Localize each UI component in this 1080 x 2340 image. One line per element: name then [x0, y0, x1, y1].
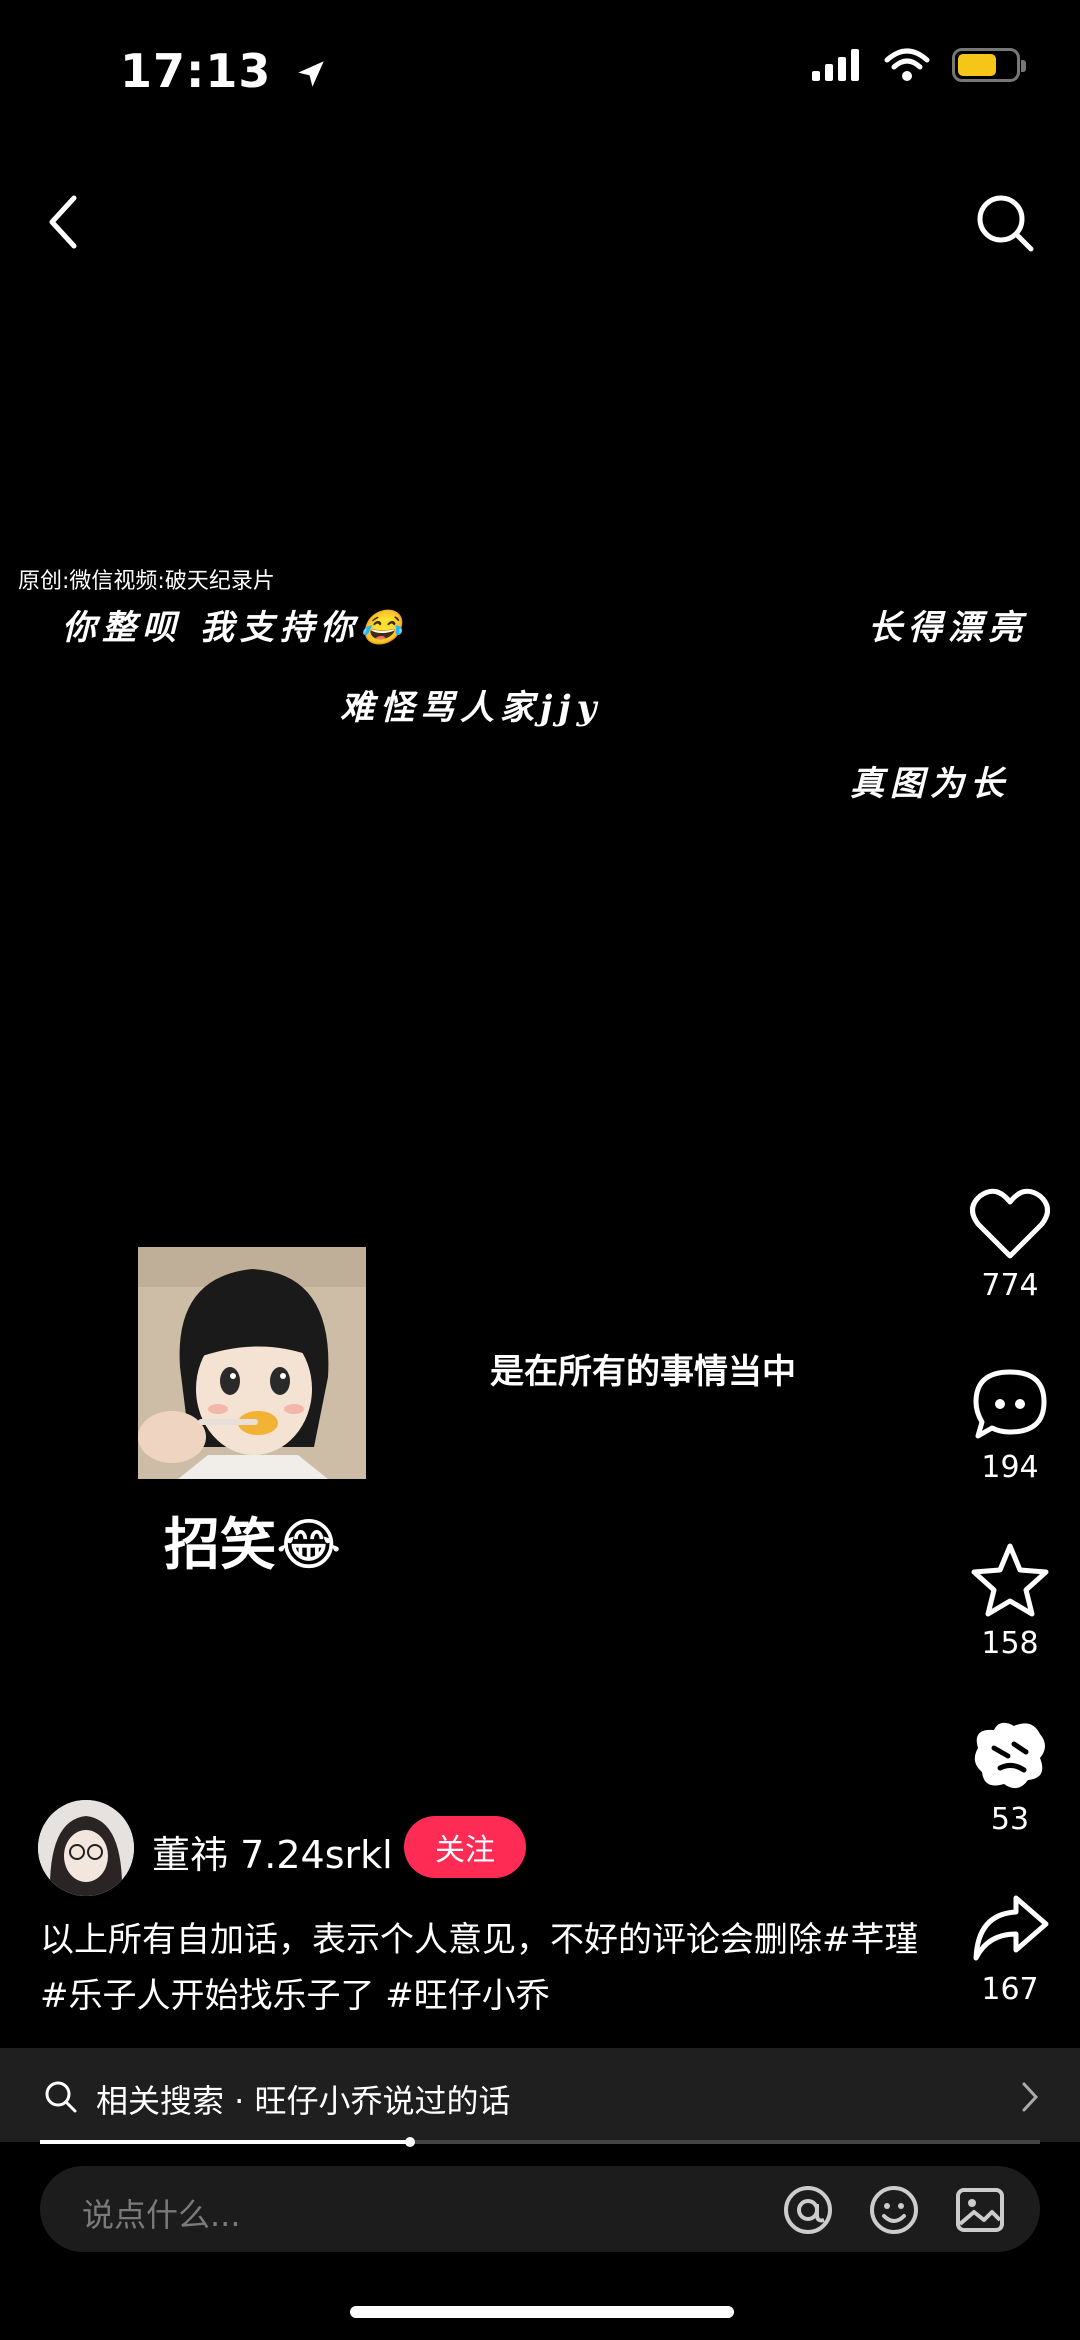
- sticker-share-button[interactable]: 53: [960, 1718, 1060, 1837]
- favorite-count: 158: [981, 1626, 1039, 1661]
- video-progress-fill: [40, 2140, 410, 2144]
- chevron-right-icon[interactable]: [1020, 2080, 1040, 2114]
- sticker-count: 53: [990, 1802, 1030, 1837]
- home-indicator: [350, 2306, 734, 2318]
- heart-icon[interactable]: [970, 1188, 1050, 1260]
- share-arrow-icon[interactable]: [970, 1892, 1050, 1964]
- overlay-text-right-1: 长得漂亮: [868, 608, 1028, 648]
- sticker-image: [138, 1247, 366, 1479]
- overlay-text-1: 你整呗 我支持你😂: [62, 608, 409, 648]
- author-name[interactable]: 董祎 7.24srkl: [152, 1824, 393, 1879]
- search-button[interactable]: [974, 192, 1036, 258]
- like-count: 774: [981, 1268, 1039, 1303]
- video-description: 以上所有自加话，表示个人意见，不好的评论会删除#芊瑾 #乐子人开始找乐子了 #旺…: [40, 1920, 919, 2016]
- search-icon[interactable]: [974, 192, 1036, 254]
- related-search-text[interactable]: 相关搜索 · 旺仔小乔说过的话: [96, 2076, 511, 2122]
- sticker-caption: 招笑😂: [164, 1513, 342, 1578]
- star-icon[interactable]: [970, 1542, 1050, 1618]
- comment-placeholder[interactable]: 说点什么...: [82, 2190, 241, 2236]
- author-avatar[interactable]: [38, 1800, 134, 1896]
- image-icon[interactable]: [954, 2184, 1006, 2236]
- sticker-badge-icon[interactable]: [970, 1718, 1050, 1794]
- mention-icon[interactable]: [782, 2184, 834, 2236]
- search-icon: [45, 2081, 77, 2113]
- share-count: 167: [981, 1972, 1039, 2007]
- cellular-signal-icon: [812, 49, 859, 81]
- favorite-button[interactable]: 158: [960, 1542, 1060, 1661]
- video-progress-knob[interactable]: [405, 2137, 415, 2147]
- emoji-icon[interactable]: [868, 2184, 920, 2236]
- overlay-text-2: 难怪骂人家jjy: [340, 688, 603, 728]
- location-arrow-icon: [298, 61, 325, 87]
- overlay-text-right-2: 真图为长: [850, 764, 1010, 804]
- comment-bubble-icon[interactable]: [970, 1366, 1050, 1442]
- wifi-icon: [884, 48, 930, 81]
- like-button[interactable]: 774: [960, 1188, 1060, 1303]
- back-button[interactable]: [44, 192, 84, 256]
- status-indicators: [812, 48, 1026, 82]
- battery-icon: [952, 48, 1026, 82]
- comment-count: 194: [981, 1450, 1039, 1485]
- comment-button[interactable]: 194: [960, 1366, 1060, 1485]
- follow-button[interactable]: 关注: [404, 1816, 526, 1878]
- video-caption: 是在所有的事情当中: [490, 1352, 796, 1392]
- chevron-left-icon[interactable]: [44, 192, 84, 252]
- share-button[interactable]: 167: [960, 1892, 1060, 2007]
- status-time: 17:13: [120, 44, 328, 98]
- video-source-label: 原创:微信视频:破天纪录片: [18, 569, 275, 594]
